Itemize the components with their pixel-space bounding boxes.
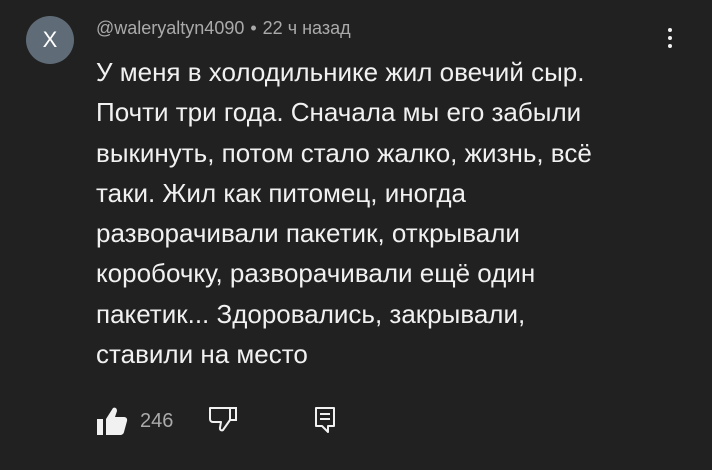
comment-text-line: пакетик... Здоровались, закрывали, (96, 298, 526, 329)
comment-text-line: У меня в холодильнике жил овечий сыр. (96, 57, 585, 87)
thumb-down-icon (208, 406, 238, 432)
comment-actions: 246 (96, 402, 356, 438)
reply-icon (314, 406, 336, 434)
comment-text-line: Почти три года. Сначала мы его забыли (96, 97, 582, 128)
comment-timestamp[interactable]: 22 ч назад (263, 18, 351, 39)
thumb-up-icon (96, 406, 128, 436)
avatar-letter: X (42, 27, 58, 52)
like-count: 246 (140, 409, 174, 432)
comment-text-line: выкинуть, потом стало жалко, жизнь, всё (96, 137, 592, 168)
dislike-button[interactable] (208, 406, 238, 432)
comment-text: У меня в холодильнике жил овечий сыр. По… (96, 52, 656, 374)
comment-text-line: таки. Жил как питомец, иногда (96, 177, 466, 208)
reply-button[interactable] (314, 406, 336, 434)
comment-text-line: коробочку, разворачивали ещё один (96, 258, 536, 289)
comment-text-line: разворачивали пакетик, открывали (96, 218, 520, 249)
avatar[interactable]: X (26, 16, 74, 64)
like-button[interactable]: 246 (96, 406, 173, 436)
comment-text-line: ставили на место (96, 339, 308, 370)
more-options-button[interactable] (656, 22, 684, 54)
more-vert-icon-dot (668, 44, 672, 48)
comment-header: @waleryaltyn4090 • 22 ч назад (96, 16, 351, 40)
meta-separator: • (250, 17, 257, 38)
author-name[interactable]: @waleryaltyn4090 (96, 18, 244, 39)
more-vert-icon-dot (668, 36, 672, 40)
comment: X @waleryaltyn4090 • 22 ч назад У меня в… (0, 0, 712, 470)
more-vert-icon (668, 28, 672, 32)
